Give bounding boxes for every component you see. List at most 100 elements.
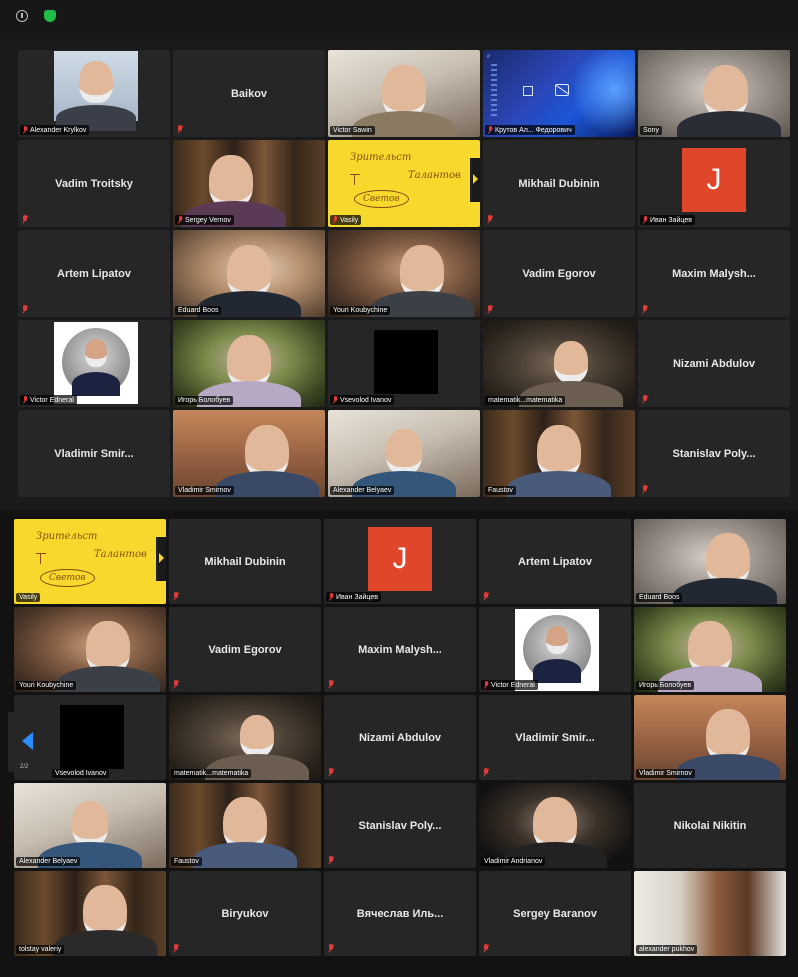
participant-tile[interactable]: Sony [638, 50, 790, 137]
muted-mic-icon [642, 485, 649, 494]
participant-name: Nizami Abdulov [358, 731, 442, 744]
participant-name-label: Youri Koubychine [16, 681, 77, 690]
muted-mic-icon [642, 395, 649, 404]
participant-tile[interactable]: matematik...matematika [169, 695, 321, 780]
participant-tile[interactable]: Faustov [483, 410, 635, 497]
participant-name-label: Vsevolod Ivanov [330, 395, 395, 405]
participant-tile[interactable]: Игорь Болобуев [634, 607, 786, 692]
participant-name-label: Faustov [171, 857, 202, 866]
participant-name-label: matematik...matematika [171, 769, 252, 778]
page-indicator: 2/2 [20, 764, 29, 770]
info-icon[interactable] [16, 10, 28, 22]
participant-tile[interactable]: Nizami Abdulov [324, 695, 476, 780]
participant-tile[interactable]: Вячеслав Иль... [324, 871, 476, 956]
participant-tile[interactable]: Alexander Belyaev [328, 410, 480, 497]
participant-tile[interactable]: Nikolai Nikitin [634, 783, 786, 868]
whiteboard-text: Зрительст [36, 531, 98, 542]
participant-tile[interactable]: Vsevolod Ivanov [328, 320, 480, 407]
participant-tile[interactable]: Vladimir Smirnov [173, 410, 325, 497]
participant-tile[interactable]: alexander pukhov [634, 871, 786, 956]
participant-tile[interactable]: J Иван Зайцев [324, 519, 476, 604]
participant-tile[interactable]: Baikov [173, 50, 325, 137]
meeting-top-bar [0, 0, 798, 34]
participant-tile[interactable]: Stanislav Poly... [638, 410, 790, 497]
camera-off-icon [555, 84, 569, 96]
video-feed [483, 320, 635, 407]
shared-screen-feed: # [483, 50, 635, 137]
participant-name: Vladimir Smir... [54, 447, 134, 460]
participant-tile[interactable]: Vladimir Smir... [479, 695, 631, 780]
participant-tile[interactable]: Vadim Troitsky [18, 140, 170, 227]
video-feed [328, 50, 480, 137]
participant-tile[interactable]: Mikhail Dubinin [169, 519, 321, 604]
muted-mic-icon [487, 305, 494, 314]
participant-tile[interactable]: Vladimir Smir... [18, 410, 170, 497]
muted-mic-icon [173, 680, 180, 689]
participant-name-label: Eduard Boos [636, 593, 683, 602]
participant-name-label: Vladimir Andrianov [481, 857, 546, 866]
participant-tile[interactable]: Youri Koubychine [328, 230, 480, 317]
participant-name: Baikov [230, 87, 268, 100]
participant-tile-active-speaker[interactable]: Alexander Belyaev [14, 783, 166, 868]
participant-tile[interactable]: # Крутов Ал... Федорович [483, 50, 635, 137]
chevron-left-icon [22, 732, 33, 750]
participant-name: Maxim Malysh... [358, 643, 442, 656]
participant-tile[interactable]: Artem Lipatov [18, 230, 170, 317]
participant-name-label: Alexander Belyaev [16, 857, 81, 866]
participant-tile[interactable]: Зрительст Талантов Светов Vasily [14, 519, 166, 604]
muted-mic-icon [173, 592, 180, 601]
participant-name-label: Vladimir Smirnov [175, 486, 234, 495]
participant-tile[interactable]: Stanislav Poly... [324, 783, 476, 868]
participant-tile[interactable]: Nizami Abdulov [638, 320, 790, 407]
muted-mic-icon [487, 215, 494, 224]
frame-icon [523, 86, 533, 96]
video-feed [14, 607, 166, 692]
muted-mic-icon [333, 216, 338, 224]
participant-name-label: Victor Edneral [20, 395, 77, 405]
participant-name-label: Alexander Belyaev [330, 486, 395, 495]
video-feed [173, 140, 325, 227]
participant-tile[interactable]: Vladimir Andrianov [479, 783, 631, 868]
participant-tile[interactable]: Artem Lipatov [479, 519, 631, 604]
participant-tile[interactable]: Mikhail Dubinin [483, 140, 635, 227]
whiteboard-text: Светов [40, 569, 95, 587]
muted-mic-icon [329, 593, 334, 601]
whiteboard-text: Светов [354, 190, 409, 208]
participant-tile[interactable]: Alexander Krylkov [18, 50, 170, 137]
participant-tile[interactable]: Maxim Malysh... [324, 607, 476, 692]
participant-tile[interactable]: Зрительст Талантов Светов Vasily [328, 140, 480, 227]
screen-hashtag: # [487, 54, 490, 60]
whiteboard-feed: Зрительст Талантов Светов [328, 140, 480, 227]
muted-mic-icon [484, 681, 489, 689]
participant-tile[interactable]: Victor Sawin [328, 50, 480, 137]
participant-tile-active-speaker[interactable]: Eduard Boos [173, 230, 325, 317]
participant-tile[interactable]: tolstay valeriy [14, 871, 166, 956]
previous-page-button[interactable]: 2/2 [8, 712, 48, 772]
muted-mic-icon [328, 944, 335, 953]
video-feed [634, 695, 786, 780]
participant-tile[interactable]: Youri Koubychine [14, 607, 166, 692]
participant-name: Vadim Troitsky [55, 177, 133, 190]
participant-name-label: Alexander Krylkov [20, 125, 90, 135]
participant-tile[interactable]: Vadim Egorov [169, 607, 321, 692]
participant-tile[interactable]: Vladimir Smirnov [634, 695, 786, 780]
muted-mic-icon [333, 396, 338, 404]
gallery-grid-1: Alexander Krylkov Baikov Victor Sawin # … [18, 50, 790, 497]
participant-tile[interactable]: Victor Edneral [479, 607, 631, 692]
participant-tile[interactable]: Vadim Egorov [483, 230, 635, 317]
participant-tile[interactable]: Sergey Baranov [479, 871, 631, 956]
participant-tile[interactable]: matematik...matematika [483, 320, 635, 407]
participant-name: Nizami Abdulov [672, 357, 756, 370]
participant-tile[interactable]: Victor Edneral [18, 320, 170, 407]
participant-tile[interactable]: Maxim Malysh... [638, 230, 790, 317]
participant-tile[interactable]: J Иван Зайцев [638, 140, 790, 227]
participant-tile[interactable]: Biryukov [169, 871, 321, 956]
video-feed [634, 519, 786, 604]
video-feed [328, 230, 480, 317]
participant-tile[interactable]: Faustov [169, 783, 321, 868]
participant-tile[interactable]: Eduard Boos [634, 519, 786, 604]
participant-name: Artem Lipatov [518, 555, 592, 568]
participant-tile[interactable]: Игорь Болобуев [173, 320, 325, 407]
participant-tile[interactable]: Sergey Vernov [173, 140, 325, 227]
shield-icon[interactable] [44, 10, 56, 22]
